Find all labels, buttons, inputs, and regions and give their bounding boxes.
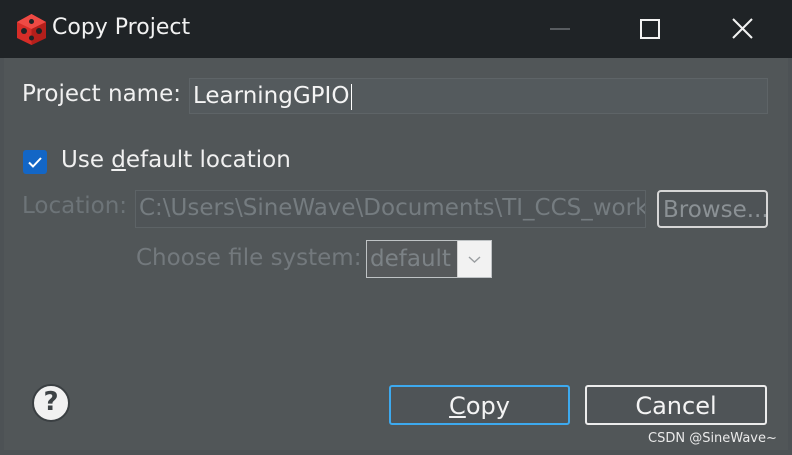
use-default-label-prefix: Use bbox=[61, 147, 112, 173]
minimize-icon bbox=[550, 28, 570, 30]
window-title: Copy Project bbox=[52, 15, 191, 40]
file-system-label: Choose file system: bbox=[136, 245, 362, 271]
project-name-input[interactable]: LearningGPIO bbox=[189, 78, 768, 114]
maximize-icon bbox=[640, 19, 660, 39]
use-default-location-label[interactable]: Use default location bbox=[61, 147, 291, 173]
location-value: C:\Users\SineWave\Documents\TI_CCS_works… bbox=[139, 195, 645, 221]
browse-label: Browse... bbox=[663, 197, 768, 223]
project-name-value: LearningGPIO bbox=[193, 83, 350, 109]
text-caret bbox=[351, 84, 352, 110]
location-input[interactable]: C:\Users\SineWave\Documents\TI_CCS_works… bbox=[135, 190, 646, 228]
close-icon bbox=[732, 18, 753, 39]
ti-ccs-cube-icon bbox=[17, 14, 46, 45]
watermark: CSDN @SineWave~ bbox=[648, 431, 777, 446]
location-label: Location: bbox=[22, 193, 128, 219]
browse-button[interactable]: Browse... bbox=[657, 190, 768, 228]
copy-button-label: Copy bbox=[391, 392, 568, 420]
help-button[interactable]: ? bbox=[32, 384, 70, 422]
file-system-select[interactable]: default bbox=[366, 240, 492, 278]
checkmark-icon bbox=[28, 157, 42, 168]
use-default-label-mnemonic: d bbox=[111, 147, 126, 173]
close-button[interactable] bbox=[696, 0, 788, 58]
cancel-button-label: Cancel bbox=[635, 392, 717, 420]
cancel-button[interactable]: Cancel bbox=[585, 385, 767, 425]
use-default-label-suffix: efault location bbox=[125, 147, 291, 173]
maximize-button[interactable] bbox=[604, 0, 696, 58]
project-name-label: Project name: bbox=[22, 81, 181, 107]
help-question-icon: ? bbox=[43, 387, 59, 417]
minimize-button[interactable] bbox=[512, 0, 604, 58]
chevron-down-icon bbox=[468, 256, 481, 263]
file-system-value: default bbox=[370, 246, 451, 272]
use-default-location-checkbox[interactable] bbox=[23, 150, 47, 174]
copy-mnemonic: C bbox=[449, 392, 466, 420]
copy-button[interactable]: Copy bbox=[389, 385, 570, 425]
file-system-dropdown-toggle[interactable] bbox=[457, 241, 491, 277]
copy-label-rest: opy bbox=[465, 392, 510, 420]
title-bar: Copy Project bbox=[0, 0, 792, 58]
